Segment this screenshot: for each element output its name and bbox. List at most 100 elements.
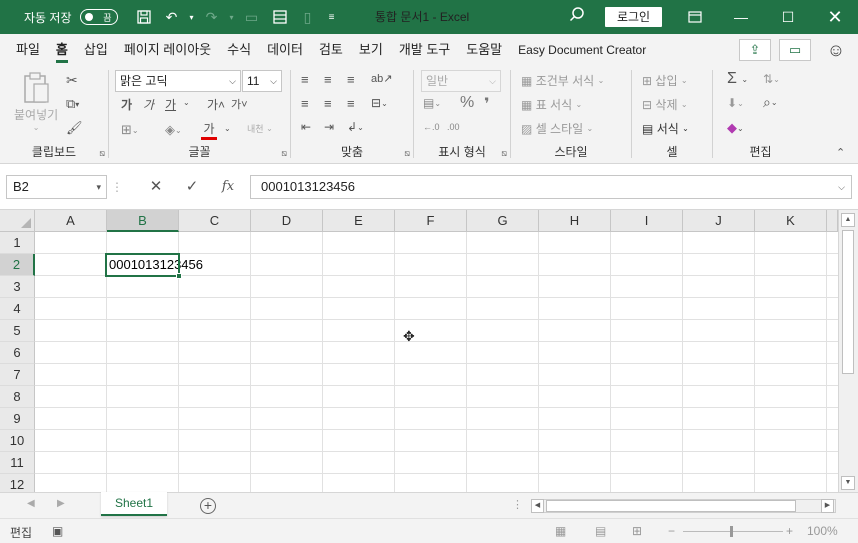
format-table-button[interactable]: ▦ 표 서식 ⌄ (521, 96, 582, 113)
alignment-launcher-icon[interactable]: ⧅ (404, 148, 410, 159)
align-bottom-icon[interactable]: ≡ (347, 72, 355, 87)
tab-view[interactable]: 보기 (351, 34, 391, 66)
merge-center-icon[interactable]: ⊟ ⌄ (371, 96, 388, 110)
tab-home[interactable]: 홈 (48, 34, 76, 66)
column-header-c[interactable]: C (179, 210, 251, 232)
zoom-level[interactable]: 100% (807, 524, 838, 538)
row-header-10[interactable]: 10 (0, 430, 35, 452)
row-header-2[interactable]: 2 (0, 254, 35, 276)
phonetic-button[interactable]: 내천 ⌄ (247, 122, 273, 135)
close-icon[interactable]: ✕ (812, 0, 858, 34)
tab-data[interactable]: 데이터 (259, 34, 311, 66)
comma-button[interactable]: ❜ (484, 94, 490, 114)
font-color-button[interactable]: 가 (201, 120, 217, 140)
copy-icon[interactable]: ⧉ ▾ (66, 96, 79, 112)
vertical-scrollbar[interactable]: ▲ ▼ (838, 210, 858, 492)
tab-insert[interactable]: 삽입 (76, 34, 116, 66)
form-icon[interactable] (266, 0, 294, 34)
name-box[interactable]: B2 ▾ (6, 175, 107, 199)
increase-indent-icon[interactable]: ⇥ (324, 120, 334, 134)
zoom-slider-thumb[interactable] (730, 526, 733, 537)
tab-easy-document-creator[interactable]: Easy Document Creator (510, 34, 654, 66)
delete-cells-button[interactable]: ⊟ 삭제 ⌄ (642, 96, 688, 113)
fill-icon[interactable]: ⬇ ⌄ (727, 96, 744, 110)
normal-view-icon[interactable]: ▦ (555, 524, 566, 538)
scroll-down-icon[interactable]: ▼ (841, 476, 855, 490)
row-header-7[interactable]: 7 (0, 364, 35, 386)
row-header-12[interactable]: 12 (0, 474, 35, 492)
paste-button[interactable]: 붙여넣기 ⌄ (14, 72, 58, 132)
column-header-e[interactable]: E (323, 210, 395, 232)
redo-dropdown-icon[interactable]: ▾ (226, 0, 238, 34)
column-header-i[interactable]: I (611, 210, 683, 232)
horizontal-scrollbar[interactable]: ◀ ▶ (531, 499, 836, 513)
row-header-1[interactable]: 1 (0, 232, 35, 254)
column-header-j[interactable]: J (683, 210, 755, 232)
clear-icon[interactable]: ◆ ⌄ (727, 120, 744, 136)
tab-page-layout[interactable]: 페이지 레이아웃 (116, 34, 219, 66)
align-left-icon[interactable]: ≡ (301, 96, 309, 111)
zoom-slider[interactable] (683, 531, 783, 532)
scroll-up-icon[interactable]: ▲ (841, 213, 855, 227)
column-header-g[interactable]: G (467, 210, 539, 232)
orientation-icon[interactable]: ab↗ (371, 72, 392, 85)
share-icon[interactable]: ⇪ (739, 39, 771, 61)
underline-button[interactable]: 가 (165, 96, 176, 113)
font-launcher-icon[interactable]: ⧅ (281, 148, 287, 159)
align-top-icon[interactable]: ≡ (301, 72, 309, 87)
italic-button[interactable]: 가 (143, 96, 154, 113)
sheet-tab-sheet1[interactable]: Sheet1 (101, 492, 167, 516)
minimize-icon[interactable]: — (718, 0, 764, 34)
zoom-in-icon[interactable]: + (786, 524, 793, 538)
column-header-a[interactable]: A (35, 210, 107, 232)
cancel-icon[interactable]: ✕ (141, 176, 171, 198)
autosum-button[interactable]: Σ ⌄ (727, 70, 748, 88)
insert-function-icon[interactable]: fx (213, 176, 243, 198)
underline-dropdown-icon[interactable]: ⌄ (183, 98, 190, 107)
smiley-icon[interactable]: ☺ (820, 39, 852, 61)
vertical-scroll-thumb[interactable] (842, 230, 854, 374)
add-sheet-icon[interactable]: + (200, 498, 216, 514)
page-icon[interactable]: ▯ (294, 0, 322, 34)
zoom-out-icon[interactable]: − (668, 524, 675, 538)
conditional-format-button[interactable]: ▦ 조건부 서식 ⌄ (521, 72, 604, 89)
percent-button[interactable]: % (460, 94, 474, 112)
number-format-box[interactable]: 일반 ⌵ (421, 70, 501, 92)
undo-icon[interactable]: ↶ (158, 0, 186, 34)
column-header-b[interactable]: B (107, 210, 179, 232)
worksheet-grid[interactable]: A B C D E F G H I J K 1 2 3 4 5 6 7 8 9 … (0, 210, 838, 492)
page-layout-view-icon[interactable]: ▤ (595, 524, 606, 538)
ribbon-display-icon[interactable] (672, 0, 718, 34)
find-select-icon[interactable]: ⌕ ⌄ (763, 94, 778, 111)
clipboard-launcher-icon[interactable]: ⧅ (99, 148, 105, 159)
insert-cells-button[interactable]: ⊞ 삽입 ⌄ (642, 72, 688, 89)
fill-handle[interactable] (176, 273, 182, 279)
enter-icon[interactable]: ✓ (177, 176, 207, 198)
font-name-box[interactable]: 맑은 고딕 ⌵ (115, 70, 241, 92)
search-icon[interactable] (566, 6, 588, 28)
column-header-d[interactable]: D (251, 210, 323, 232)
cut-icon[interactable]: ✂ (66, 72, 78, 89)
font-color-dropdown-icon[interactable]: ⌄ (224, 124, 231, 133)
row-header-9[interactable]: 9 (0, 408, 35, 430)
decrease-indent-icon[interactable]: ⇤ (301, 120, 311, 134)
format-cells-button[interactable]: ▤ 서식 ⌄ (642, 120, 689, 137)
row-header-11[interactable]: 11 (0, 452, 35, 474)
wrap-text-icon[interactable]: ↲ ⌄ (347, 120, 364, 134)
maximize-icon[interactable]: ☐ (765, 0, 811, 34)
horizontal-scroll-thumb[interactable] (546, 500, 796, 512)
tab-review[interactable]: 검토 (311, 34, 351, 66)
font-size-box[interactable]: 11 ⌵ (242, 70, 282, 92)
undo-dropdown-icon[interactable]: ▾ (186, 0, 198, 34)
tab-help[interactable]: 도움말 (458, 34, 510, 66)
page-break-view-icon[interactable]: ⊞ (632, 524, 642, 538)
column-header-f[interactable]: F (395, 210, 467, 232)
autosave-toggle[interactable]: 끔 (79, 9, 118, 25)
row-header-8[interactable]: 8 (0, 386, 35, 408)
row-header-3[interactable]: 3 (0, 276, 35, 298)
new-doc-icon[interactable]: ▭ (238, 0, 266, 34)
row-header-5[interactable]: 5 (0, 320, 35, 342)
login-button[interactable]: 로그인 (605, 7, 662, 27)
align-center-icon[interactable]: ≡ (324, 96, 332, 111)
format-painter-icon[interactable]: 🖌 (66, 120, 83, 136)
